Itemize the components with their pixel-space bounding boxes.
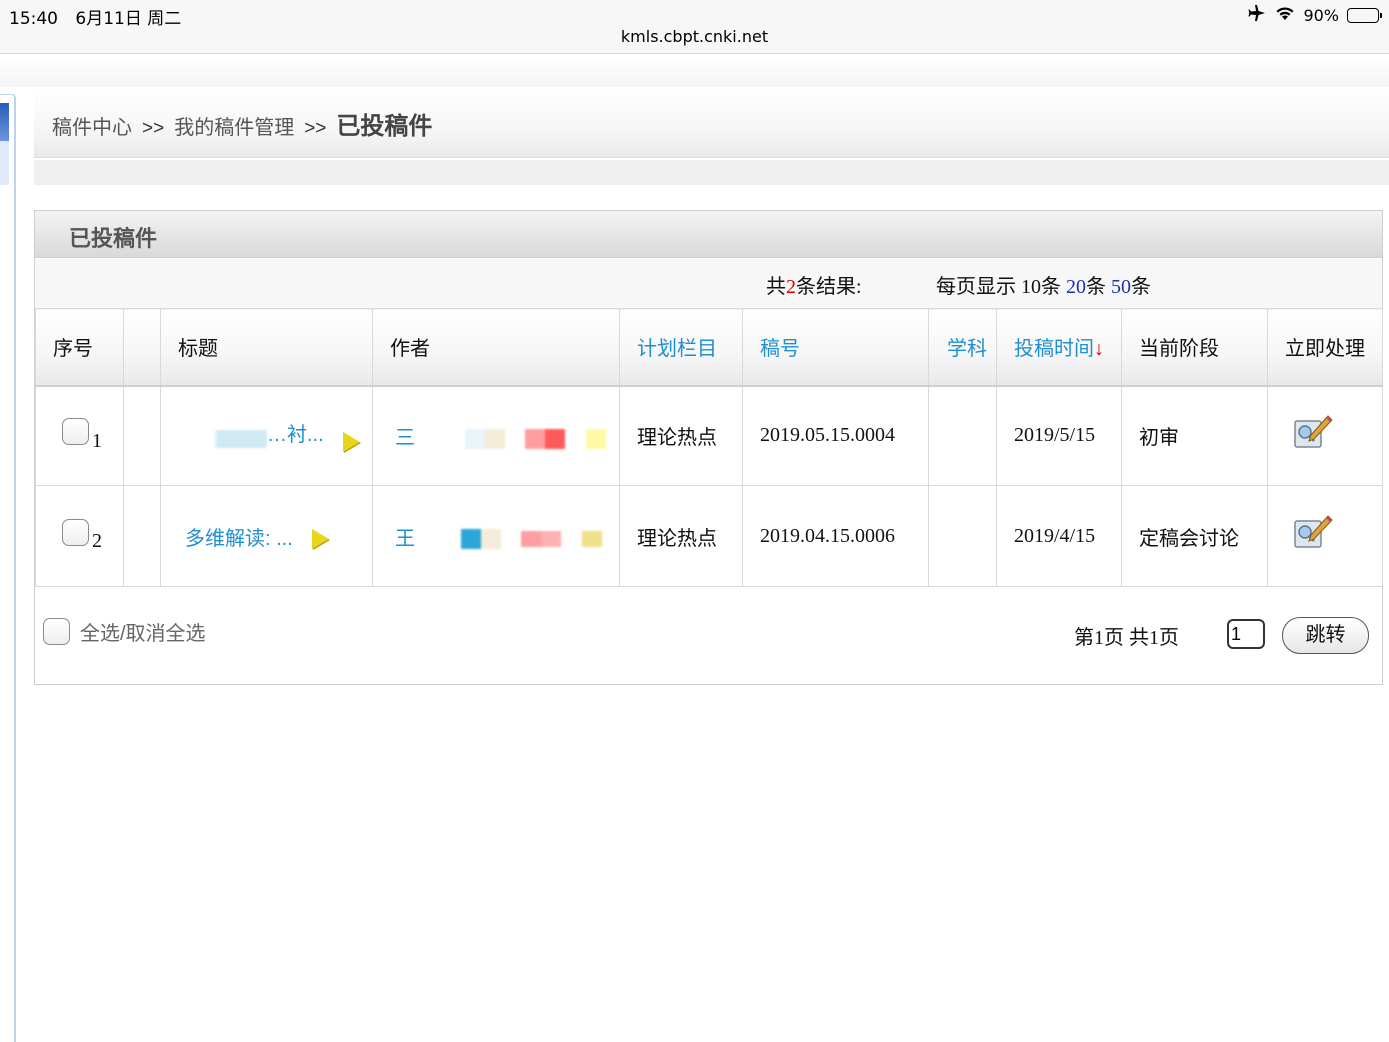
author-cell: 王 [372,485,620,587]
table-header-row: 序号 标题 作者 计划栏目 稿号 学科 投稿时间↓ 当前阶段 立即处理 [35,308,1383,387]
col-header-blank [123,308,161,387]
row-checkbox[interactable] [62,518,89,546]
action-cell [1267,385,1383,486]
table-row: 1 …衬... 三 理论热点 2019.05.15.0004 2019/5/15… [35,385,1383,486]
panel-title: 已投稿件 [69,226,158,251]
seq-cell: 1 [35,385,124,486]
col-header-manuscript-no[interactable]: 稿号 [742,308,929,387]
blank-cell [123,385,161,486]
manuscript-no-cell: 2019.04.15.0006 [742,485,929,587]
status-time: 15:40 6月11日 周二 [9,4,181,29]
col-header-stage: 当前阶段 [1121,308,1268,387]
title-cell: 多维解读: ... [160,485,373,587]
airplane-icon [1247,4,1267,26]
panel-header: 已投稿件 [35,211,1382,258]
breadcrumb-separator: >> [304,118,327,139]
per-page-20-link[interactable]: 20 [1066,276,1086,298]
row-checkbox[interactable] [62,418,89,446]
subject-cell [928,485,997,587]
breadcrumb: 稿件中心 >> 我的稿件管理 >> 已投稿件 [52,106,432,141]
jump-button[interactable]: 跳转 [1282,617,1369,654]
subject-cell [928,385,997,486]
per-page-label: 每页显示 10条 [936,276,1066,298]
breadcrumb-bar: 稿件中心 >> 我的稿件管理 >> 已投稿件 [34,88,1389,158]
left-sidebar-tab[interactable] [0,141,9,185]
play-arrow-icon[interactable] [312,529,330,550]
battery-percent: 90% [1303,5,1339,25]
stage-cell: 初审 [1121,385,1268,486]
redacted-author-block [464,428,505,449]
row-seq: 1 [92,430,102,453]
col-header-action: 立即处理 [1267,308,1383,387]
stage-cell: 定稿会讨论 [1121,485,1268,587]
select-all-checkbox[interactable] [43,618,70,645]
per-page-unit: 条 [1131,276,1151,298]
status-bar: 15:40 6月11日 周二 90% kmls.cbpt.cnki.net [0,0,1389,54]
breadcrumb-separator: >> [142,118,165,139]
edit-icon[interactable] [1292,513,1334,553]
clock: 15:40 [9,9,58,29]
select-all-label[interactable]: 全选/取消全选 [80,617,206,646]
total-suffix: 条结果: [796,276,862,298]
per-page-50-link[interactable]: 50 [1111,276,1131,298]
plan-column-cell: 理论热点 [619,385,743,486]
manuscript-title-link[interactable]: …衬... [185,418,324,448]
row-seq: 2 [92,530,102,553]
manuscript-title-link[interactable]: 多维解读: ... [185,522,293,551]
col-header-title: 标题 [160,308,373,387]
redacted-author-block [521,531,562,548]
sort-desc-icon: ↓ [1094,338,1104,361]
select-all-control[interactable]: 全选/取消全选 [43,617,206,646]
breadcrumb-underbar [34,160,1389,185]
redacted-author-block [581,531,602,548]
col-header-plan-column[interactable]: 计划栏目 [619,308,743,387]
breadcrumb-current: 已投稿件 [336,113,433,140]
submit-date-cell: 2019/5/15 [996,385,1122,486]
total-count: 2 [786,276,796,298]
redacted-title-block [185,429,267,448]
address-bar-url[interactable]: kmls.cbpt.cnki.net [0,27,1389,46]
submitted-manuscripts-panel: 已投稿件 共2条结果: 每页显示 10条 20条 50条 序号 标题 作者 计划… [34,210,1383,685]
breadcrumb-item-manuscript-center[interactable]: 稿件中心 [52,111,132,140]
col-header-seq: 序号 [35,308,124,387]
pager-info: 第1页 共1页 [1074,627,1179,649]
author-cell: 三 [372,385,620,486]
table-row: 2 多维解读: ... 王 理论热点 2019.04.15.0006 2019/… [35,485,1383,587]
wifi-icon [1275,5,1295,25]
redacted-author-block [585,428,606,449]
manuscripts-table: 序号 标题 作者 计划栏目 稿号 学科 投稿时间↓ 当前阶段 立即处理 1 …衬… [35,308,1383,587]
plan-column-cell: 理论热点 [619,485,743,587]
per-page-selector: 每页显示 10条 20条 50条 [936,270,1151,299]
col-header-subject[interactable]: 学科 [928,308,997,387]
play-arrow-icon[interactable] [343,432,361,453]
total-prefix: 共 [766,276,786,298]
redacted-author-block [460,529,501,550]
breadcrumb-item-my-manuscripts[interactable]: 我的稿件管理 [174,111,294,140]
manuscript-title: …衬... [267,424,324,447]
author-name[interactable]: 三 [395,421,415,450]
author-name[interactable]: 王 [395,522,415,551]
col-header-submit-time-label: 投稿时间 [1014,338,1094,361]
battery-icon [1347,7,1382,23]
manuscript-no-cell: 2019.05.15.0004 [742,385,929,486]
col-header-submit-time[interactable]: 投稿时间↓ [996,308,1122,387]
top-strip [0,55,1389,87]
page-number-input[interactable] [1227,619,1265,649]
edit-icon[interactable] [1292,413,1334,453]
col-header-author: 作者 [372,308,620,387]
submit-date-cell: 2019/4/15 [996,485,1122,587]
results-summary: 共2条结果: 每页显示 10条 20条 50条 [35,259,1382,309]
seq-cell: 2 [35,485,124,587]
date: 6月11日 周二 [75,9,182,29]
total-results: 共2条结果: [766,270,862,299]
left-sidebar-frame [0,94,16,1042]
blank-cell [123,485,161,587]
action-cell [1267,485,1383,587]
title-cell: …衬... [160,385,373,486]
redacted-author-block [525,428,566,449]
status-indicators: 90% [1247,4,1382,26]
left-sidebar-active-tab[interactable] [0,103,9,141]
per-page-unit: 条 [1086,276,1111,298]
